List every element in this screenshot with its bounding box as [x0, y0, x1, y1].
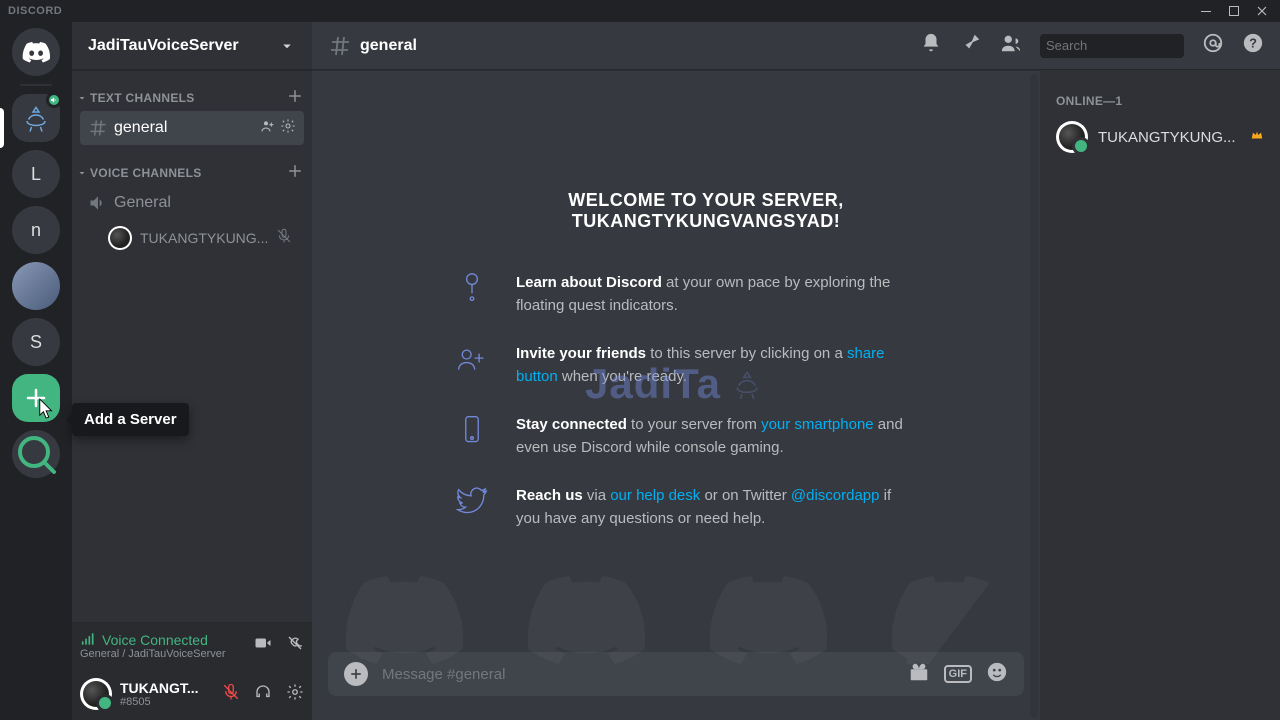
member-item[interactable]: TUKANGTYKUNG... [1048, 116, 1272, 158]
member-list: ONLINE—1 TUKANGTYKUNG... [1040, 70, 1280, 720]
voice-connected-label: Voice Connected [80, 632, 226, 648]
hash-icon [328, 34, 352, 58]
settings-button[interactable] [286, 683, 304, 706]
avatar [108, 226, 132, 250]
chat-header: general ? [312, 22, 1280, 70]
avatar [1056, 121, 1088, 153]
twitter-link[interactable]: @discordapp [791, 487, 880, 504]
channel-general[interactable]: general [80, 111, 304, 145]
maximize-button[interactable] [1220, 0, 1248, 22]
signal-icon [80, 632, 96, 648]
server-item-l[interactable]: L [12, 150, 60, 198]
members-icon[interactable] [1000, 32, 1022, 59]
avatar[interactable] [80, 678, 112, 710]
scrollbar[interactable] [1030, 74, 1038, 718]
server-rail: L n S Add a Server [0, 22, 72, 720]
hash-icon [88, 118, 108, 138]
add-text-channel-button[interactable] [286, 87, 304, 110]
pinned-icon[interactable] [960, 32, 982, 59]
gif-button[interactable]: GIF [944, 665, 972, 683]
twitter-icon [452, 485, 492, 530]
speaker-icon [88, 193, 108, 213]
welcome-item-twitter: Reach us via our help desk or on Twitter… [452, 485, 960, 530]
chevron-down-icon [278, 37, 296, 55]
add-voice-channel-button[interactable] [286, 162, 304, 185]
window-controls [1192, 0, 1276, 22]
smartphone-link[interactable]: your smartphone [761, 416, 874, 433]
search-input[interactable] [1046, 38, 1222, 53]
server-item-photo[interactable] [12, 262, 60, 310]
chevron-down-icon [76, 167, 88, 179]
voice-channels-category[interactable]: VOICE CHANNELS [72, 161, 312, 185]
voice-channel-general[interactable]: General [80, 186, 304, 220]
main-content: general ? WELCOME TO YOUR SERVER, TUKANG… [312, 22, 1280, 720]
phone-icon [452, 414, 492, 459]
add-server-tooltip: Add a Server [72, 403, 189, 436]
helpdesk-link[interactable]: our help desk [610, 487, 700, 504]
explore-servers-button[interactable] [12, 430, 60, 478]
exclaim-icon [452, 272, 492, 317]
minimize-button[interactable] [1192, 0, 1220, 22]
channel-title: general [360, 37, 912, 55]
close-button[interactable] [1248, 0, 1276, 22]
server-item-n[interactable]: n [12, 206, 60, 254]
text-channels-category[interactable]: TEXT CHANNELS [72, 86, 312, 110]
search-box[interactable] [1040, 34, 1184, 58]
help-icon[interactable]: ? [1242, 32, 1264, 59]
server-item-s[interactable]: S [12, 318, 60, 366]
mentions-icon[interactable] [1202, 32, 1224, 59]
welcome-title: WELCOME TO YOUR SERVER, TUKANGTYKUNGVANG… [452, 190, 960, 232]
message-field[interactable] [382, 666, 894, 683]
titlebar: DISCORD [0, 0, 1280, 22]
add-server-button[interactable] [12, 374, 60, 422]
online-heading: ONLINE—1 [1048, 86, 1272, 116]
voice-user[interactable]: TUKANGTYKUNG... [72, 221, 312, 255]
crown-icon [1250, 128, 1264, 147]
disconnect-icon[interactable] [286, 634, 304, 657]
attach-button[interactable] [344, 662, 368, 686]
mute-button[interactable] [222, 683, 240, 706]
invite-icon [452, 343, 492, 388]
gift-icon[interactable] [908, 661, 930, 688]
deafen-button[interactable] [254, 683, 272, 706]
gear-icon[interactable] [280, 118, 296, 139]
notifications-icon[interactable] [920, 32, 942, 59]
server-name: JadiTauVoiceServer [88, 37, 239, 55]
app-brand: DISCORD [8, 5, 62, 17]
voice-active-badge [46, 92, 62, 108]
message-area: WELCOME TO YOUR SERVER, TUKANGTYKUNGVANG… [312, 70, 1040, 720]
server-header[interactable]: JadiTauVoiceServer [72, 22, 312, 70]
welcome-item-invite: Invite your friends to this server by cl… [452, 343, 960, 388]
server-item-active[interactable] [12, 94, 60, 142]
server-separator [20, 84, 52, 86]
server-selection-pill [0, 108, 4, 148]
emoji-icon[interactable] [986, 661, 1008, 688]
channel-sidebar: JadiTauVoiceServer TEXT CHANNELS general… [72, 22, 312, 720]
voice-status-panel: Voice Connected General / JadiTauVoiceSe… [72, 622, 312, 668]
svg-text:?: ? [1249, 36, 1257, 51]
user-panel: TUKANGT... #8505 [72, 668, 312, 720]
message-input: GIF [328, 652, 1024, 696]
muted-icon [276, 228, 292, 249]
video-icon[interactable] [254, 634, 272, 657]
invite-icon[interactable] [260, 118, 276, 139]
welcome-item-mobile: Stay connected to your server from your … [452, 414, 960, 459]
chevron-down-icon [76, 92, 88, 104]
home-button[interactable] [12, 28, 60, 76]
welcome-item-learn: Learn about Discord at your own pace by … [452, 272, 960, 317]
